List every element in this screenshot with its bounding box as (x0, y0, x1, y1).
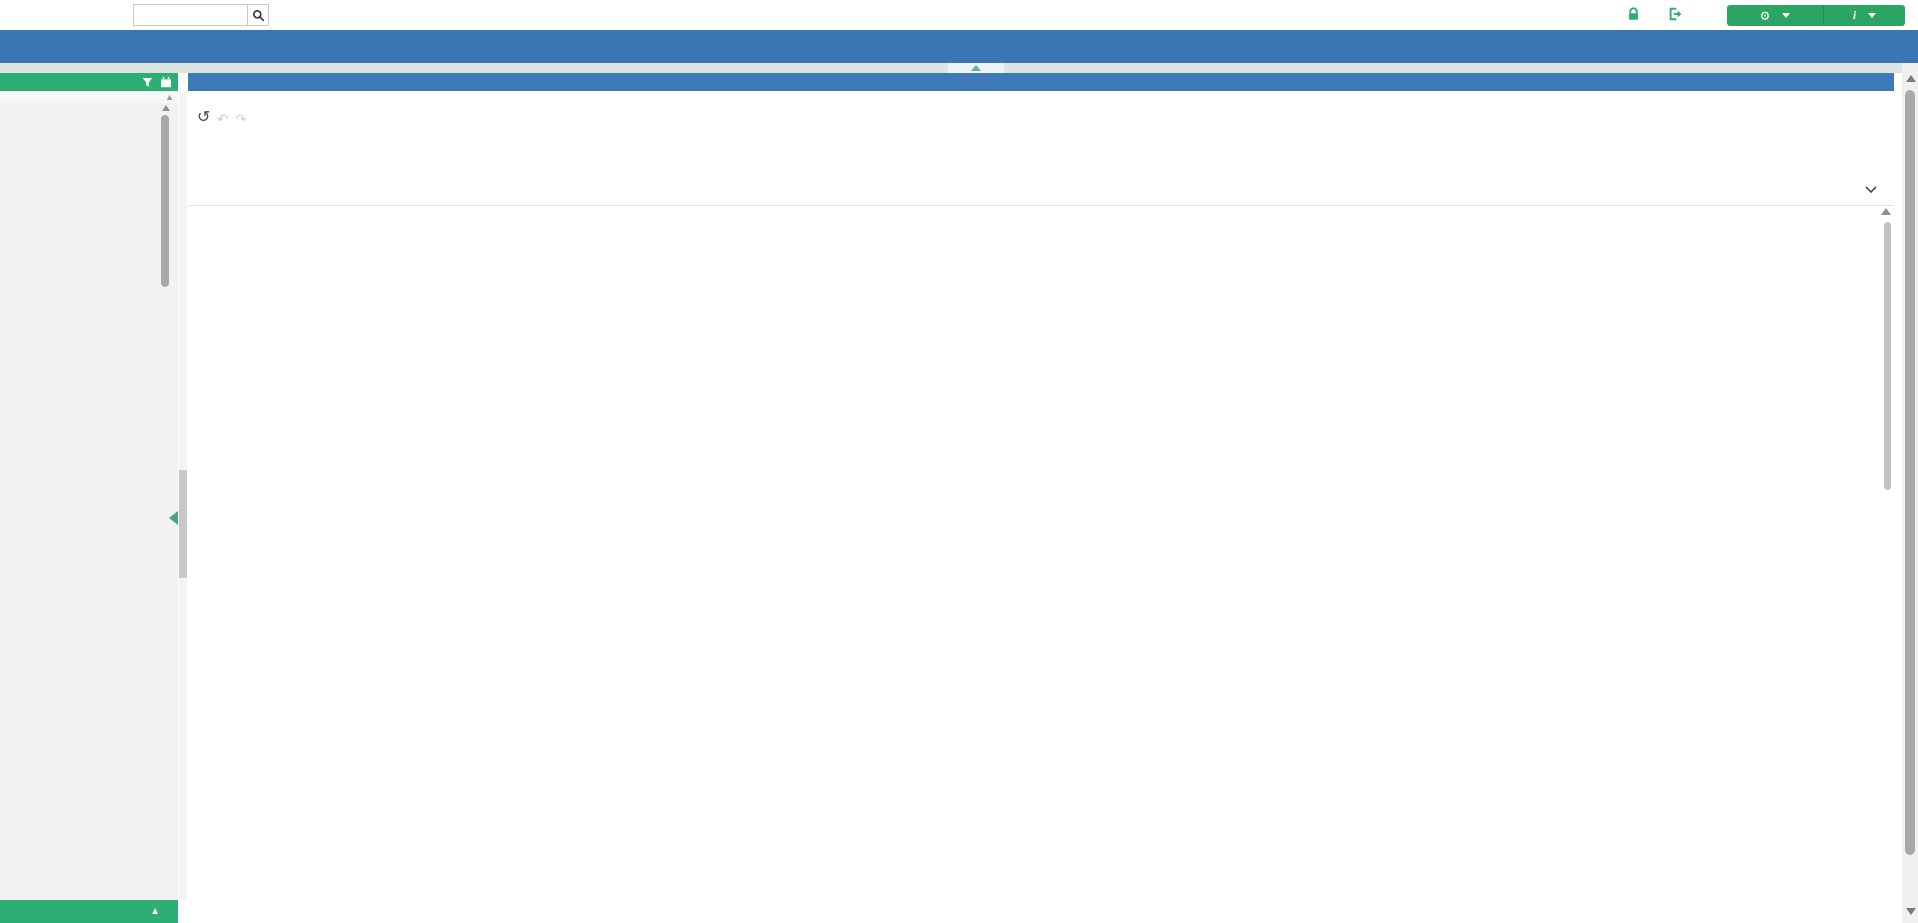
panel-title-bar (188, 73, 1894, 91)
sidebar-splitter[interactable] (179, 91, 187, 900)
top-bar: ⚙ i (0, 0, 1918, 30)
lock-icon (1627, 7, 1640, 21)
search-button[interactable] (247, 4, 269, 26)
splitter-thumb[interactable] (179, 470, 187, 578)
sort-up-icon[interactable]: ▲ (165, 92, 174, 102)
scroll-down-icon[interactable] (1906, 908, 1916, 915)
caret-down-icon (1782, 13, 1790, 18)
filter-icon[interactable] (142, 77, 153, 88)
gear-icon: ⚙ (1760, 9, 1771, 23)
expand-up-icon: ▲ (150, 906, 160, 917)
calendar-icon[interactable] (160, 76, 172, 88)
caret-down-icon (1868, 13, 1876, 18)
info-icon: i (1853, 8, 1856, 23)
sidebar-scrollbar[interactable] (160, 103, 171, 900)
scroll-up-icon[interactable] (162, 105, 170, 111)
sidebar-scroll-thumb[interactable] (161, 115, 169, 287)
controls-divider (188, 205, 1894, 206)
page-scrollbar-thumb[interactable] (1905, 90, 1915, 855)
preferences-button[interactable]: ⚙ (1727, 5, 1824, 26)
recently-viewed-bar[interactable]: ▲ (0, 900, 178, 923)
logout-button[interactable] (1668, 7, 1686, 21)
lock-button[interactable] (1627, 7, 1644, 21)
app-screen: ⚙ i ▲ ▲ (0, 0, 1918, 923)
logout-icon (1668, 7, 1682, 21)
controls-collapse-chevron[interactable] (1862, 180, 1880, 203)
redo-icon[interactable]: ↷ (235, 112, 247, 126)
support-button[interactable]: i (1824, 5, 1905, 26)
sidebar-collapse-arrow[interactable] (169, 511, 178, 525)
inner-scrollbar-thumb[interactable] (1884, 222, 1891, 490)
search-input[interactable] (133, 4, 254, 26)
main-nav (0, 30, 1918, 63)
search-icon (252, 9, 265, 22)
undo-icon[interactable]: ↶ (217, 112, 229, 126)
appt-list-column-header: ▲ (0, 91, 178, 103)
chevron-up-icon (971, 65, 981, 71)
nav-collapse-handle[interactable] (948, 63, 1004, 73)
blurred-appointment-list (0, 103, 178, 900)
reset-icon[interactable]: ↺ (197, 110, 210, 126)
scroll-up-icon[interactable] (1906, 75, 1916, 82)
inner-scroll-up-icon[interactable] (1881, 208, 1891, 215)
appt-list-header (0, 73, 178, 91)
